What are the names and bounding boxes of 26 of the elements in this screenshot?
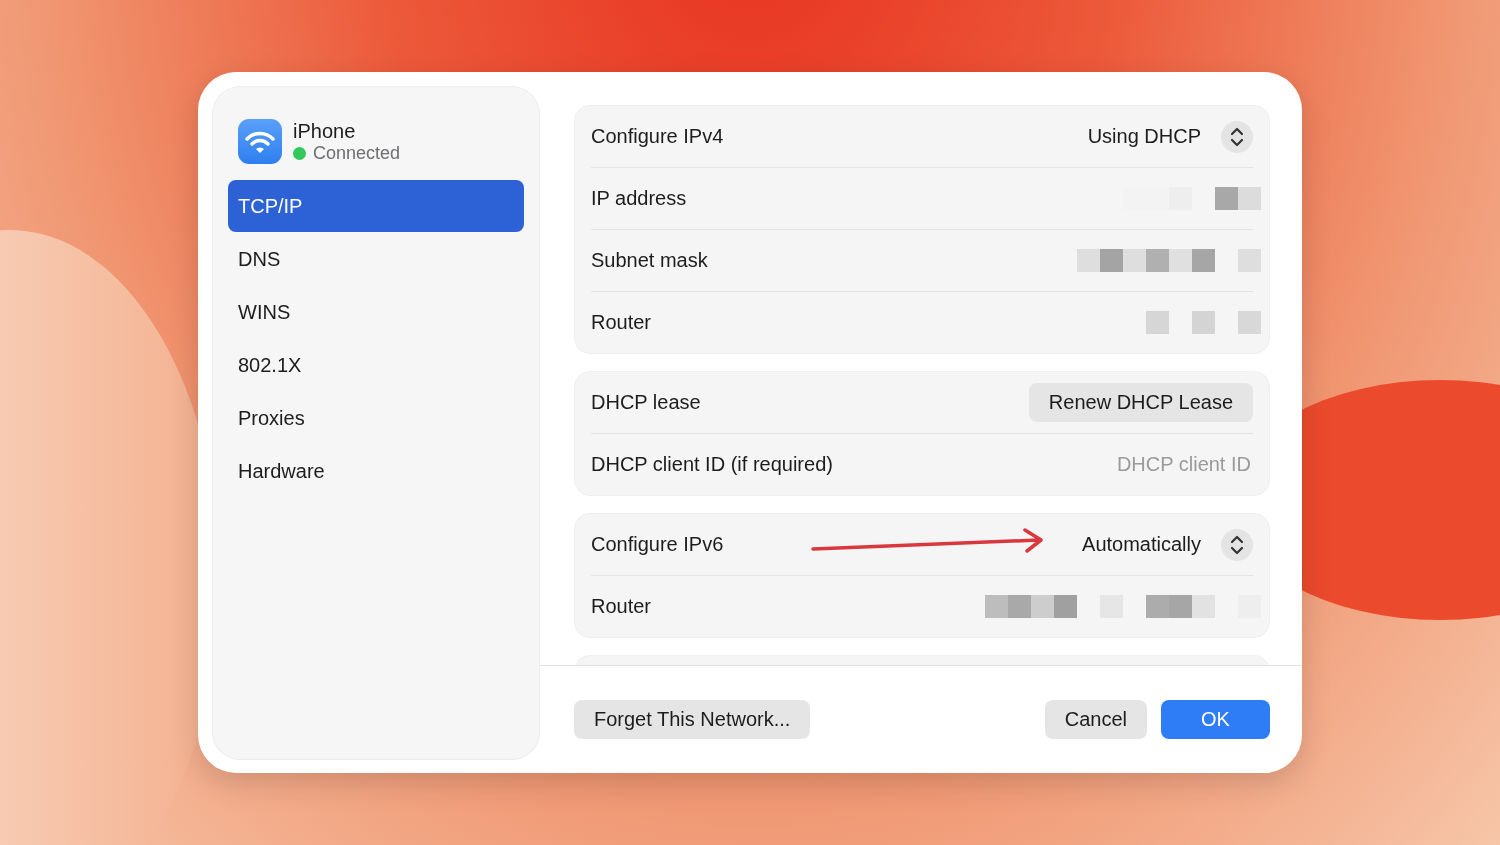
client-id-field[interactable]: DHCP client ID (989, 452, 1253, 477)
sidebar-item[interactable]: 802.1X (228, 339, 524, 391)
setting-label: Router (591, 311, 652, 334)
forget-network-button[interactable]: Forget This Network... (574, 700, 811, 739)
sidebar-item[interactable]: Proxies (228, 392, 524, 444)
popup-chevron-icon[interactable] (1221, 120, 1253, 153)
popup-value[interactable]: Using DHCP (1087, 125, 1201, 148)
cancel-button[interactable]: Cancel (1044, 700, 1147, 739)
sidebar-item[interactable]: Hardware (228, 445, 524, 497)
sidebar-item[interactable]: TCP/IP (228, 180, 524, 232)
popup-value[interactable]: Automatically (1082, 533, 1201, 556)
renew-lease-button[interactable]: Renew DHCP Lease (1028, 383, 1253, 422)
ok-button[interactable]: OK (1161, 700, 1270, 739)
setting-label: Configure IPv6 (591, 533, 724, 556)
network-name: iPhone (293, 119, 357, 143)
sidebar-item[interactable]: WINS (228, 286, 524, 338)
setting-label: DHCP client ID (if required) (591, 453, 833, 476)
setting-label: Subnet mask (591, 249, 708, 272)
setting-label: IP address (591, 187, 687, 210)
sidebar-item[interactable]: DNS (228, 233, 524, 285)
popup-chevron-icon[interactable] (1221, 528, 1253, 561)
setting-label: DHCP lease (591, 391, 701, 414)
setting-label: Router (591, 595, 652, 618)
connection-status: Connected (313, 143, 401, 164)
wifi-icon (238, 119, 282, 164)
setting-label: Configure IPv4 (591, 125, 724, 148)
